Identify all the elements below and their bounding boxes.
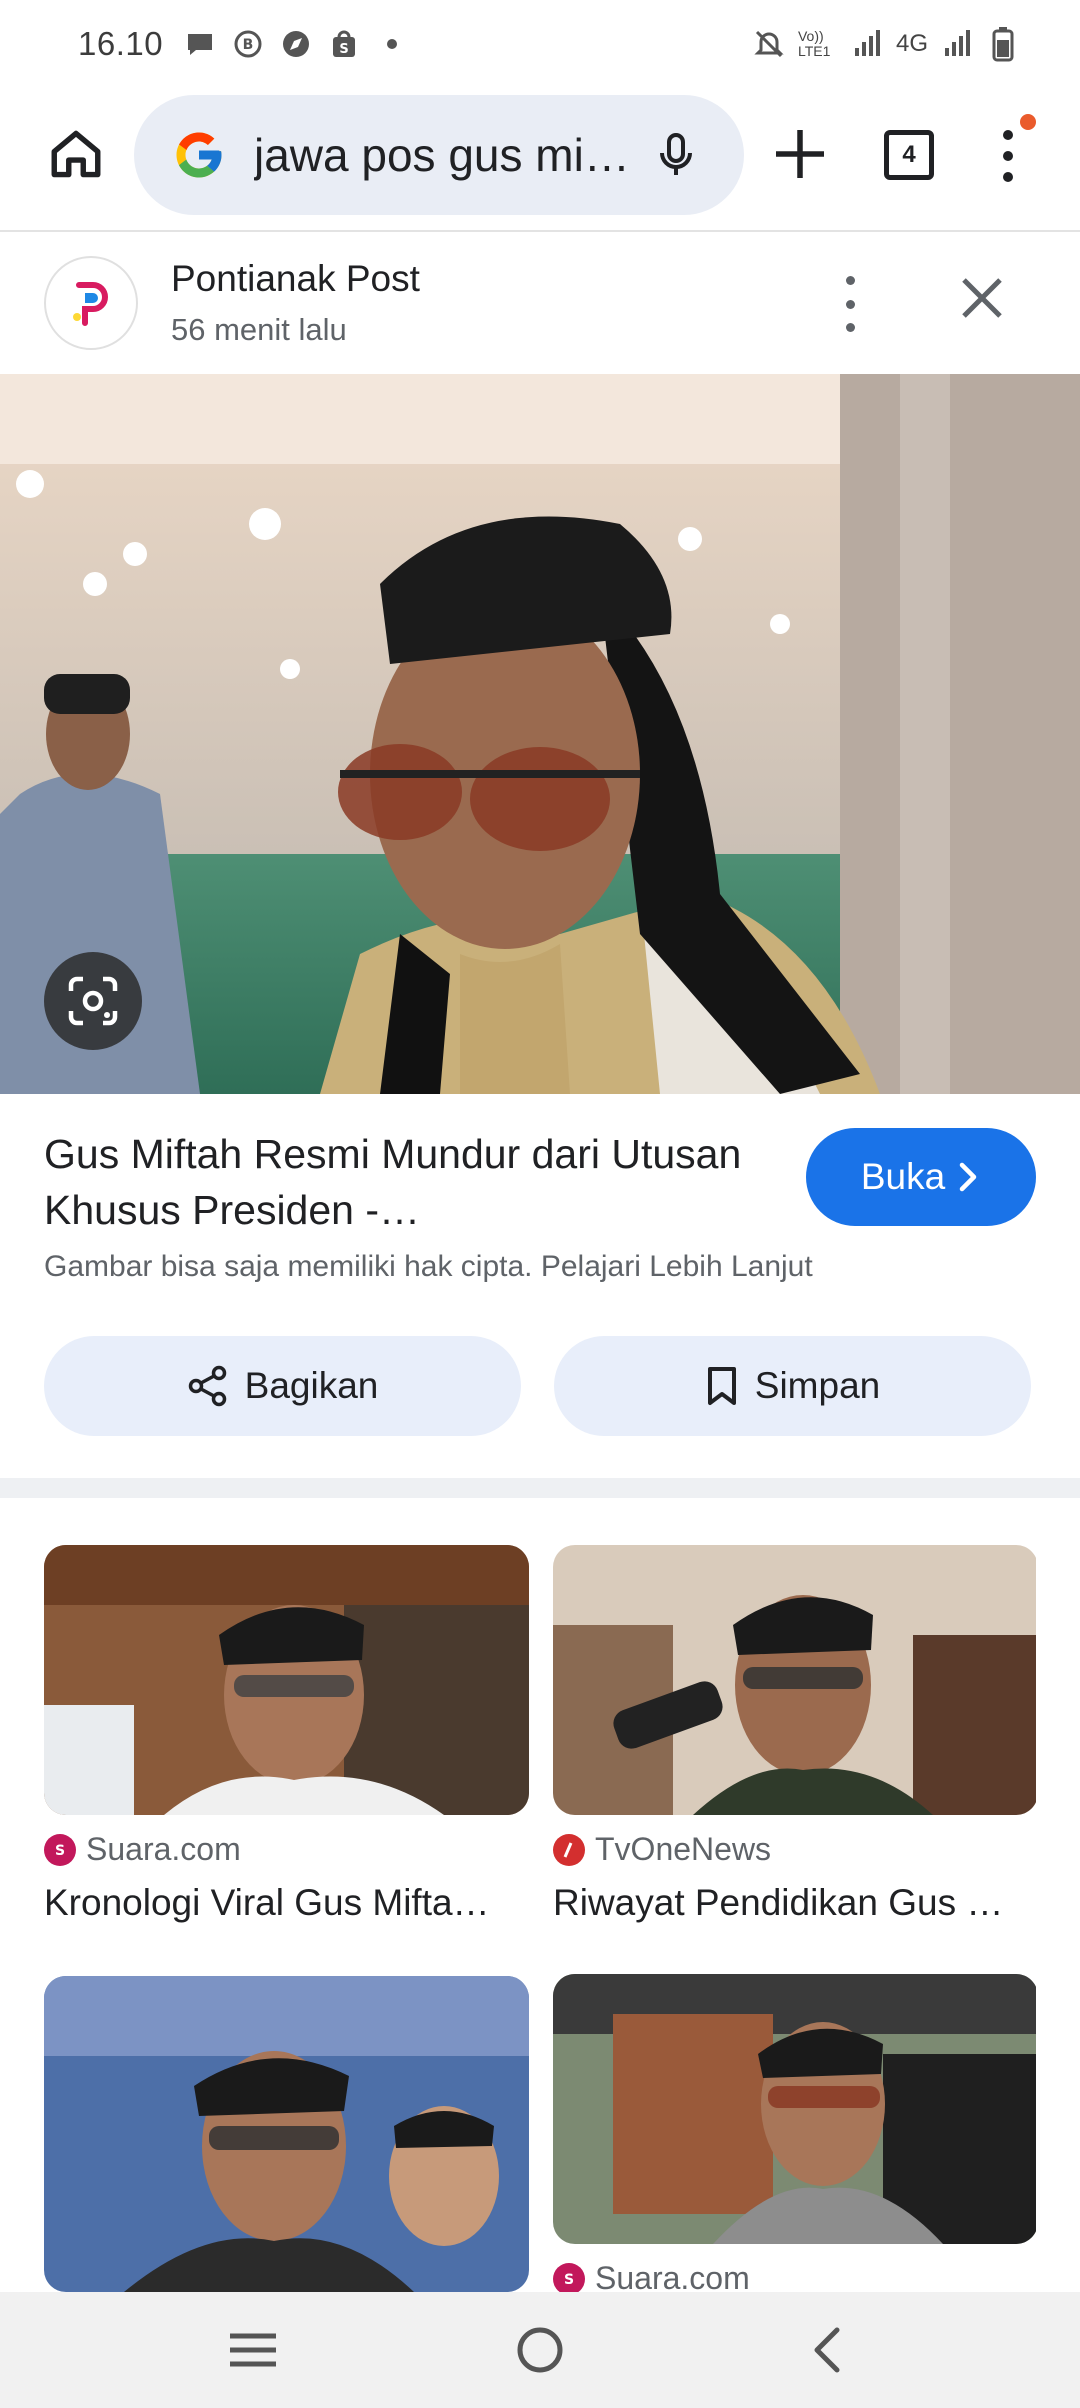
- system-nav-bar: [0, 2292, 1080, 2408]
- related-card[interactable]: S Suara.com: [553, 1974, 1038, 2297]
- more-notifications-dot-icon: [375, 27, 409, 61]
- source-header: Pontianak Post 56 menit lalu: [0, 232, 1080, 374]
- svg-text:S: S: [55, 1843, 65, 1859]
- notification-icons: B S: [183, 27, 409, 61]
- bookmark-icon: [707, 1367, 736, 1405]
- signal-icon: [850, 27, 884, 61]
- b-badge-icon: B: [231, 27, 265, 61]
- recents-icon: [230, 2333, 277, 2367]
- related-card[interactable]: [44, 1976, 529, 2292]
- home-icon: [51, 130, 101, 178]
- pontianak-post-logo-icon: [73, 282, 108, 326]
- google-icon: [176, 132, 222, 178]
- section-divider: [0, 1478, 1080, 1498]
- compass-icon: [279, 27, 313, 61]
- svg-text:S: S: [564, 2272, 574, 2288]
- related-card[interactable]: S Suara.com Kronologi Viral Gus Mifta…: [44, 1545, 529, 1924]
- save-button[interactable]: Simpan: [554, 1336, 1031, 1436]
- more-options-icon[interactable]: [840, 276, 860, 332]
- main-result-image[interactable]: [0, 374, 1080, 1094]
- share-label: Bagikan: [244, 1365, 379, 1406]
- new-tab-button[interactable]: [770, 124, 830, 184]
- close-icon: [962, 278, 1002, 318]
- chevron-right-icon: [959, 1162, 977, 1192]
- open-label: Buka: [860, 1156, 946, 1197]
- related-title[interactable]: Kronologi Viral Gus Mifta…: [44, 1882, 529, 1924]
- lens-search-button[interactable]: [44, 952, 142, 1050]
- related-source: S Suara.com: [44, 1831, 529, 1868]
- related-source-name: TvOneNews: [595, 1831, 772, 1867]
- status-right-icons: Vo)) LTE1 4G: [752, 27, 1020, 62]
- source-name[interactable]: Pontianak Post: [171, 258, 420, 300]
- back-button[interactable]: [787, 2310, 867, 2390]
- network-type: 4G: [895, 30, 928, 57]
- mic-icon: [660, 133, 692, 175]
- related-source-name: Suara.com: [86, 1831, 241, 1867]
- related-thumbnail[interactable]: [553, 1545, 1038, 1815]
- recents-button[interactable]: [213, 2310, 293, 2390]
- open-button[interactable]: Buka: [806, 1128, 1036, 1226]
- related-card[interactable]: TvOneNews Riwayat Pendidikan Gus …: [553, 1545, 1038, 1924]
- copyright-note[interactable]: Gambar bisa saja memiliki hak cipta. Pel…: [44, 1250, 813, 1284]
- source-time: 56 menit lalu: [171, 312, 347, 347]
- plus-icon: [776, 130, 824, 178]
- related-thumbnail[interactable]: [44, 1545, 529, 1815]
- signal-icon-2: [940, 27, 974, 61]
- search-query: jawa pos gus mif…: [254, 129, 634, 181]
- browser-toolbar: jawa pos gus mif… 4: [0, 88, 1080, 232]
- omnibox[interactable]: jawa pos gus mif…: [134, 95, 744, 215]
- lens-icon: [68, 976, 118, 1026]
- tvonenews-logo-icon: [553, 1833, 585, 1866]
- share-icon: [188, 1365, 226, 1407]
- photo-man-in-sunglasses: [0, 374, 1080, 1094]
- result-title[interactable]: Gus Miftah Resmi Mundur dari Utusan Khus…: [44, 1126, 774, 1238]
- home-button[interactable]: [44, 122, 108, 186]
- status-time: 16.10: [78, 25, 164, 62]
- related-source: TvOneNews: [553, 1831, 1038, 1868]
- shopping-bag-icon: S: [327, 27, 361, 61]
- battery-icon: [986, 27, 1020, 62]
- menu-icon[interactable]: [990, 124, 1026, 188]
- system-home-button[interactable]: [500, 2310, 580, 2390]
- related-thumbnail[interactable]: [553, 1974, 1038, 2244]
- back-icon: [814, 2327, 840, 2373]
- mute-bell-icon: [752, 27, 786, 61]
- save-label: Simpan: [754, 1365, 881, 1406]
- related-thumbnail[interactable]: [44, 1976, 529, 2292]
- source-logo: [44, 256, 138, 350]
- suara-logo-icon: S: [44, 1833, 76, 1866]
- chat-bubble-icon: [183, 27, 217, 61]
- home-circle-icon: [517, 2327, 563, 2373]
- related-title[interactable]: Riwayat Pendidikan Gus …: [553, 1882, 1038, 1924]
- share-button[interactable]: Bagikan: [44, 1336, 521, 1436]
- status-bar: 16.10 B S Vo)) LTE1 4G: [0, 0, 1080, 88]
- tab-switcher-button[interactable]: 4: [884, 130, 934, 180]
- volte-label: Vo)) LTE1: [797, 28, 831, 59]
- suara-logo-icon: S: [553, 2262, 585, 2295]
- voice-search-button[interactable]: [648, 127, 704, 183]
- close-button[interactable]: [956, 272, 1008, 324]
- svg-text:B: B: [243, 37, 254, 53]
- svg-text:S: S: [339, 42, 348, 57]
- update-badge: [1020, 114, 1036, 130]
